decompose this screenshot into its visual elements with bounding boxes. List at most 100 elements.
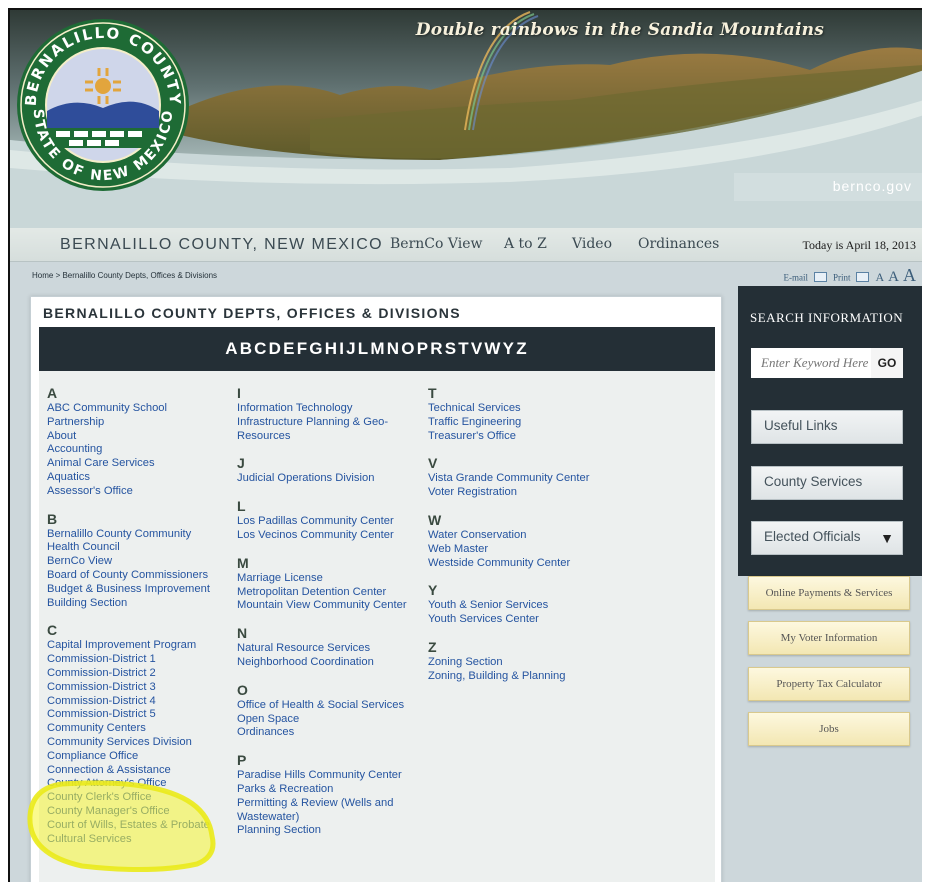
print-link[interactable]: Print [833,272,851,282]
department-link[interactable]: Assessor's Office [47,485,210,499]
department-link[interactable]: Resources [237,430,407,444]
site-title[interactable]: BERNALILLO COUNTY, NEW MEXICO [60,236,383,254]
department-link[interactable]: Board of County Commissioners [47,569,210,583]
alphabet-letter-z[interactable]: Z [516,339,529,358]
online-payments-button[interactable]: Online Payments & Services [748,576,910,610]
nav-link-video[interactable]: Video [572,236,612,252]
nav-link-ordinances[interactable]: Ordinances [638,236,719,252]
jobs-button[interactable]: Jobs [748,712,910,746]
email-icon[interactable] [813,272,827,283]
group-o: O Office of Health & Social Services Open … [237,682,407,740]
department-link[interactable]: Community Services Division [47,736,210,750]
alphabet-letter-h[interactable]: H [325,339,339,358]
department-link[interactable]: Judicial Operations Division [237,472,407,486]
department-link[interactable]: Voter Registration [428,486,589,500]
alphabet-letter-r[interactable]: R [430,339,444,358]
department-link[interactable]: Natural Resource Services [237,642,407,656]
department-link[interactable]: Budget & Business Improvement [47,583,210,597]
department-link[interactable]: Animal Care Services [47,457,210,471]
department-link[interactable]: Web Master [428,543,589,557]
department-link[interactable]: Los Padillas Community Center [237,515,407,529]
department-link[interactable]: Infrastructure Planning & Geo- [237,416,407,430]
department-link[interactable]: About [47,430,210,444]
department-link[interactable]: Water Conservation [428,529,589,543]
alphabet-letter-f[interactable]: F [297,339,310,358]
useful-links-button[interactable]: Useful Links [751,410,903,444]
elected-officials-dropdown[interactable]: Elected Officials ▼ [751,521,903,555]
department-link[interactable]: Partnership [47,416,210,430]
department-link[interactable]: Traffic Engineering [428,416,589,430]
alphabet-letter-n[interactable]: N [387,339,401,358]
email-link[interactable]: E-mail [783,272,808,282]
department-link[interactable]: Youth Services Center [428,613,589,627]
department-link[interactable]: BernCo View [47,555,210,569]
department-link[interactable]: Open Space [237,713,407,727]
department-link[interactable]: Commission-District 4 [47,695,210,709]
department-link[interactable]: Zoning Section [428,656,589,670]
department-link[interactable]: Building Section [47,597,210,611]
department-link[interactable]: Westside Community Center [428,557,589,571]
department-link[interactable]: Metropolitan Detention Center [237,586,407,600]
department-link[interactable]: Office of Health & Social Services [237,699,407,713]
department-link[interactable]: Ordinances [237,726,407,740]
department-link[interactable]: Technical Services [428,402,589,416]
department-link[interactable]: Compliance Office [47,750,210,764]
alphabet-letter-g[interactable]: G [309,339,324,358]
department-link[interactable]: Mountain View Community Center [237,599,407,613]
alphabet-letter-a[interactable]: A [225,339,239,358]
search-input[interactable] [751,348,871,378]
alphabet-letter-d[interactable]: D [269,339,283,358]
alphabet-letter-m[interactable]: M [370,339,386,358]
county-services-button[interactable]: County Services [751,466,903,500]
property-tax-calculator-button[interactable]: Property Tax Calculator [748,667,910,701]
department-link[interactable]: Youth & Senior Services [428,599,589,613]
department-link[interactable]: Zoning, Building & Planning [428,670,589,684]
alphabet-letter-e[interactable]: E [283,339,297,358]
text-size-medium[interactable]: A [888,269,899,285]
alphabet-letter-j[interactable]: J [346,339,358,358]
breadcrumb[interactable]: Home > Bernalillo County Depts, Offices … [32,271,217,280]
department-link[interactable]: Los Vecinos Community Center [237,529,407,543]
department-link[interactable]: Commission-District 5 [47,708,210,722]
department-link[interactable]: Paradise Hills Community Center [237,769,407,783]
nav-link-bernco-view[interactable]: BernCo View [390,236,482,252]
alphabet-letter-o[interactable]: O [401,339,416,358]
department-link[interactable]: Permitting & Review (Wells and [237,797,407,811]
nav-link-a-to-z[interactable]: A to Z [504,236,547,252]
department-link[interactable]: Vista Grande Community Center [428,472,589,486]
alphabet-letter-y[interactable]: Y [503,339,517,358]
department-link[interactable]: Health Council [47,541,210,555]
alphabet-letter-s[interactable]: S [445,339,459,358]
department-link[interactable]: ABC Community School [47,402,210,416]
department-link[interactable]: Bernalillo County Community [47,528,210,542]
department-link[interactable]: Commission-District 1 [47,653,210,667]
alphabet-letter-w[interactable]: W [484,339,502,358]
department-link[interactable]: Capital Improvement Program [47,639,210,653]
voter-information-button[interactable]: My Voter Information [748,621,910,655]
alphabet-letter-c[interactable]: C [254,339,268,358]
department-link[interactable]: Commission-District 3 [47,681,210,695]
group-letter-heading: J [237,455,245,472]
department-link[interactable]: Parks & Recreation [237,783,407,797]
department-link[interactable]: Community Centers [47,722,210,736]
text-size-small[interactable]: A [875,270,884,284]
group-letter-heading: B [47,510,58,527]
department-link[interactable]: Marriage License [237,572,407,586]
department-link[interactable]: Aquatics [47,471,210,485]
department-link[interactable]: Wastewater) [237,811,407,825]
department-link[interactable]: Treasurer's Office [428,430,589,444]
alphabet-letter-t[interactable]: T [458,339,471,358]
alphabet-letter-p[interactable]: P [417,339,431,358]
alphabet-letter-b[interactable]: B [240,339,254,358]
group-w: W Water Conservation Web Master Westside Co… [428,512,589,570]
department-link[interactable]: Neighborhood Coordination [237,656,407,670]
alphabet-letter-l[interactable]: L [358,339,371,358]
alphabet-letter-v[interactable]: V [471,339,485,358]
search-go-button[interactable]: GO [871,348,903,378]
print-icon[interactable] [856,272,870,283]
department-link[interactable]: Accounting [47,443,210,457]
department-link[interactable]: Commission-District 2 [47,667,210,681]
text-size-large[interactable]: A [903,265,916,285]
department-link[interactable]: Planning Section [237,824,407,838]
department-link[interactable]: Information Technology [237,402,407,416]
